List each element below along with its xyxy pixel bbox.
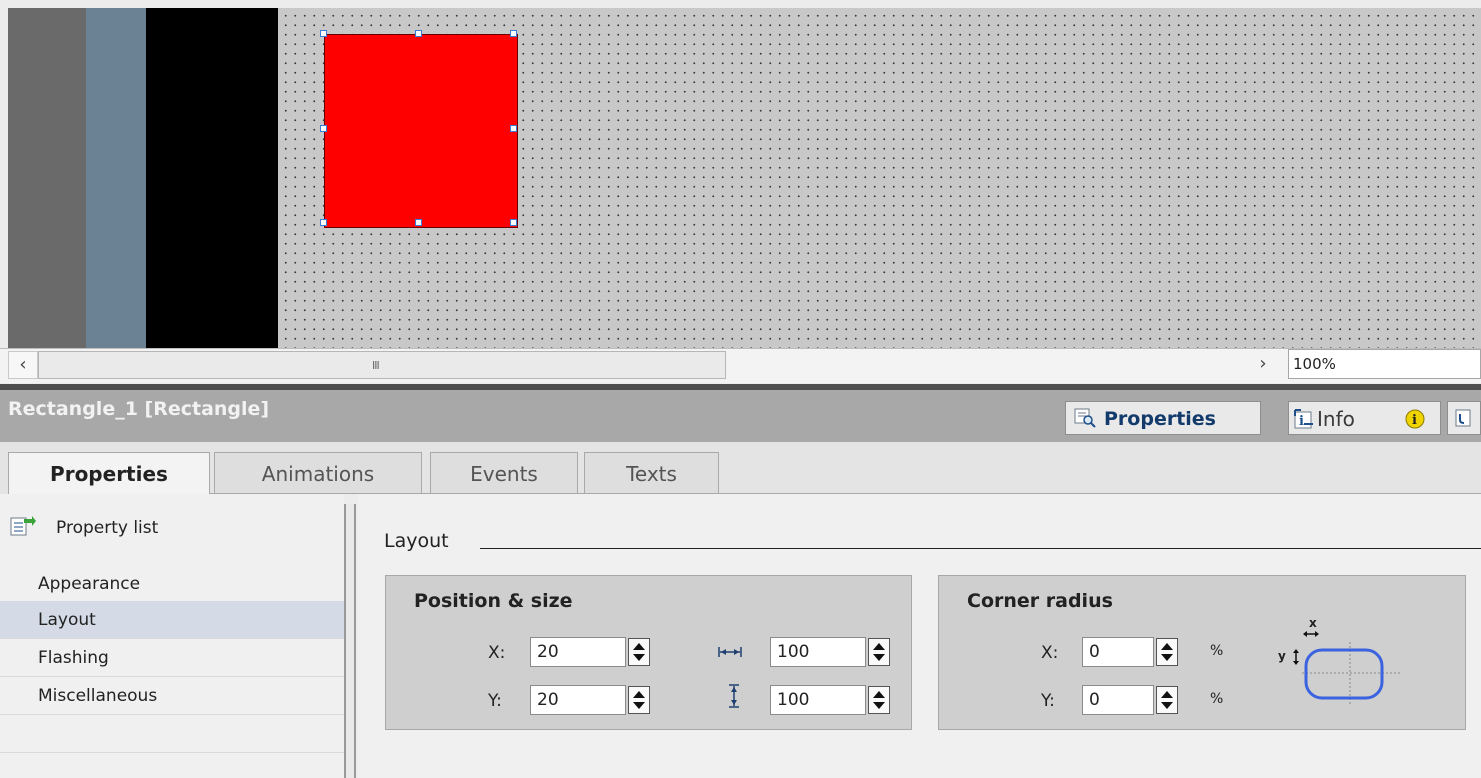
property-list-icon <box>10 516 36 536</box>
position-x-stepper[interactable] <box>628 638 650 666</box>
nav-splitter[interactable] <box>344 504 356 778</box>
layout-heading: Layout <box>384 530 449 552</box>
corner-radius-title: Corner radius <box>967 590 1113 612</box>
height-icon <box>729 684 739 708</box>
nav-item-flashing[interactable]: Flashing <box>0 639 344 677</box>
corner-x-stepper[interactable] <box>1156 638 1178 666</box>
info-view-label: Info <box>1317 407 1355 431</box>
diagnostics-view-button[interactable] <box>1447 401 1481 435</box>
resize-handle-top-left[interactable] <box>320 30 327 37</box>
property-list-link[interactable]: Property list <box>56 518 158 538</box>
position-y-label: Y: <box>488 691 502 711</box>
resize-handle-top-middle[interactable] <box>415 30 422 37</box>
height-field[interactable]: 100 <box>770 685 866 715</box>
zoom-field[interactable]: 100% <box>1288 349 1481 379</box>
canvas-strip-gray <box>8 8 86 348</box>
corner-y-label: Y: <box>1041 691 1055 711</box>
properties-view-button[interactable]: Properties <box>1065 401 1261 435</box>
width-stepper[interactable] <box>868 638 890 666</box>
resize-handle-bottom-middle[interactable] <box>415 219 422 226</box>
canvas-strip-black <box>146 8 278 348</box>
corner-x-unit: % <box>1210 643 1224 659</box>
nav-item-layout[interactable]: Layout <box>0 601 344 639</box>
inspector-title: Rectangle_1 [Rectangle] <box>8 398 270 420</box>
tab-animations[interactable]: Animations <box>214 452 422 494</box>
svg-text:i: i <box>1299 414 1304 429</box>
nav-item-miscellaneous[interactable]: Miscellaneous <box>0 677 344 715</box>
info-view-button[interactable]: i Info i <box>1288 401 1441 435</box>
position-x-label: X: <box>488 643 506 663</box>
horizontal-scrollbar[interactable] <box>38 351 726 379</box>
tab-texts[interactable]: Texts <box>584 452 719 494</box>
scroll-left-button[interactable]: ‹ <box>8 351 38 379</box>
resize-handle-middle-left[interactable] <box>320 125 327 132</box>
scrollbar-grip[interactable]: III <box>372 359 380 372</box>
scroll-right-button[interactable]: › <box>1240 351 1286 379</box>
nav-item-empty <box>0 715 344 753</box>
rectangle-shape[interactable] <box>324 34 518 228</box>
info-badge-icon: i <box>1405 409 1425 429</box>
height-stepper[interactable] <box>868 686 890 714</box>
top-border <box>0 0 1481 8</box>
corner-y-stepper[interactable] <box>1156 686 1178 714</box>
width-icon <box>718 647 742 657</box>
info-icon: i <box>1294 409 1313 429</box>
position-y-field[interactable]: 20 <box>530 685 626 715</box>
corner-x-label: X: <box>1041 643 1059 663</box>
diagnostics-icon <box>1455 409 1471 427</box>
position-x-field[interactable]: 20 <box>530 637 626 667</box>
position-size-title: Position & size <box>414 590 573 612</box>
width-field[interactable]: 100 <box>770 637 866 667</box>
layout-heading-rule <box>480 548 1481 549</box>
corner-radius-diagram-icon <box>1293 631 1400 706</box>
resize-handle-top-right[interactable] <box>510 30 517 37</box>
nav-item-appearance[interactable]: Appearance <box>0 565 344 603</box>
resize-handle-middle-right[interactable] <box>510 125 517 132</box>
properties-view-label: Properties <box>1104 408 1216 430</box>
tab-events[interactable]: Events <box>430 452 578 494</box>
tab-properties[interactable]: Properties <box>8 452 210 496</box>
corner-x-field[interactable]: 0 <box>1082 637 1154 667</box>
position-y-stepper[interactable] <box>628 686 650 714</box>
corner-y-field[interactable]: 0 <box>1082 685 1154 715</box>
properties-icon <box>1074 408 1096 428</box>
corner-y-unit: % <box>1210 691 1224 707</box>
resize-handle-bottom-right[interactable] <box>510 219 517 226</box>
corner-diagram-y-label: y <box>1278 649 1286 663</box>
left-edge <box>0 8 8 348</box>
svg-text:i: i <box>1412 413 1417 428</box>
canvas-strip-steel <box>86 8 146 348</box>
resize-handle-bottom-left[interactable] <box>320 219 327 226</box>
